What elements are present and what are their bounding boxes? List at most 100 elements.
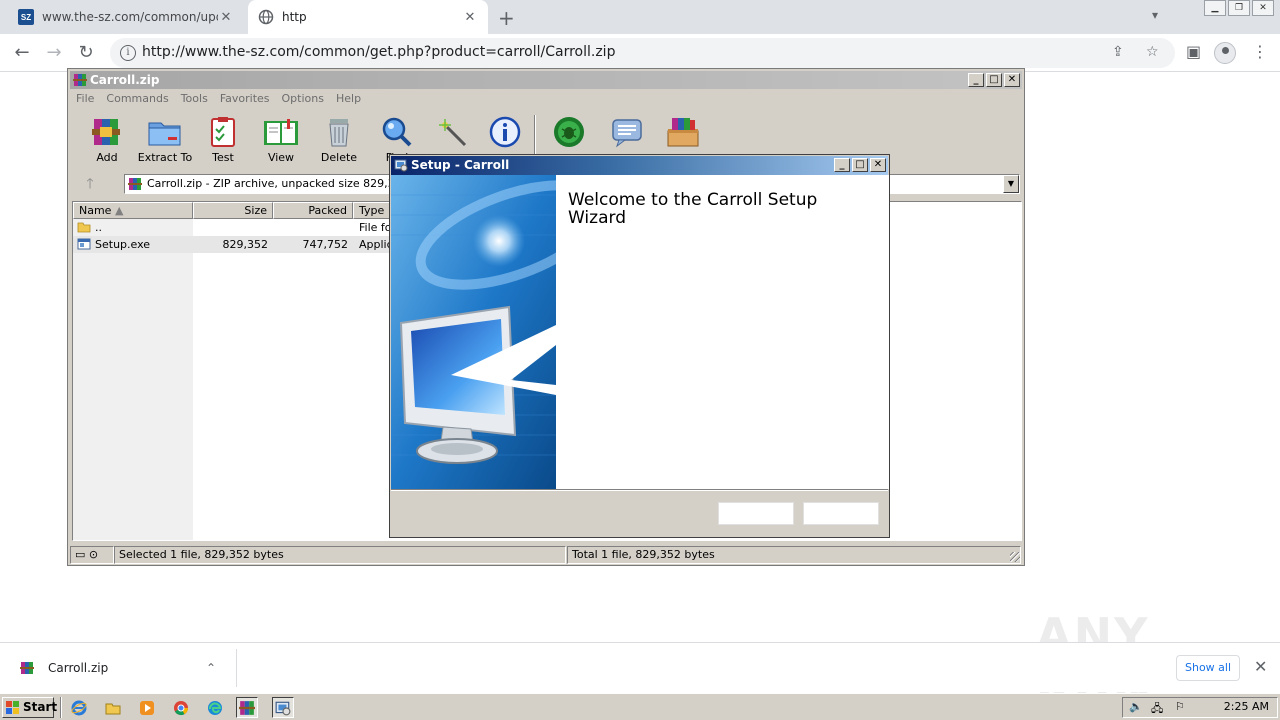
action-center-flag-icon[interactable]: ⚐ (1175, 700, 1185, 713)
extract-to-label: Extract To (137, 151, 193, 164)
close-button[interactable]: ✕ (1004, 73, 1020, 87)
system-tray: 🔈 🖧 ⚐ 2:25 AM (1122, 697, 1278, 718)
setup-icon (394, 159, 408, 172)
winrar-icon (73, 74, 87, 86)
winrar-title: Carroll.zip (90, 73, 160, 87)
download-item[interactable]: Carroll.zip ⌃ (18, 657, 238, 681)
extract-folder-icon (148, 122, 181, 146)
tab-close-icon[interactable]: ✕ (462, 10, 478, 25)
setup-taskbar-button[interactable] (272, 697, 294, 718)
test-button[interactable]: Test (194, 111, 252, 169)
column-size[interactable]: Size (193, 202, 273, 219)
sort-ascending-icon: ▲ (114, 204, 124, 217)
wizard-side-image (391, 175, 556, 489)
wizard-divider (391, 489, 888, 491)
delete-button[interactable]: Delete (310, 111, 368, 169)
setup-wizard-dialog: Setup - Carroll _ □ ✕ Welcome to the Car… (389, 154, 890, 538)
folder-icon (77, 222, 91, 233)
tab-title: http (282, 10, 307, 24)
volume-icon[interactable]: 🔈 (1129, 700, 1143, 713)
start-button[interactable]: Start (2, 697, 57, 718)
chrome-icon[interactable] (170, 697, 192, 718)
tab-search-chevron-icon[interactable]: ▾ (1152, 8, 1158, 22)
tab-http[interactable]: http ✕ (248, 0, 488, 34)
network-icon[interactable]: 🖧 (1151, 700, 1163, 719)
cancel-button[interactable] (803, 502, 879, 525)
minimize-button[interactable]: _ (834, 158, 850, 172)
tab-close-icon[interactable]: ✕ (218, 10, 234, 25)
minimize-button[interactable]: _ (968, 73, 984, 87)
back-button[interactable]: ← (10, 41, 34, 65)
side-panel-icon[interactable]: ▣ (1186, 42, 1201, 61)
drive-status-icon: ▭ ⊙ (70, 546, 114, 564)
wizard-content: Welcome to the Carroll Setup Wizard (556, 175, 889, 489)
winrar-icon (20, 662, 34, 674)
winrar-taskbar-button[interactable] (236, 697, 258, 718)
close-icon[interactable]: ✕ (1254, 657, 1267, 676)
winrar-menu-bar: File Commands Tools Favorites Options He… (70, 90, 367, 108)
restore-button[interactable]: ❐ (1228, 0, 1250, 16)
clock[interactable]: 2:25 AM (1224, 700, 1269, 713)
status-selected: Selected 1 file, 829,352 bytes (114, 546, 566, 564)
info-icon (489, 116, 521, 148)
media-player-icon[interactable] (136, 697, 158, 718)
table-row[interactable]: Setup.exe 829,352 747,752 Application (73, 236, 393, 253)
menu-favorites[interactable]: Favorites (214, 90, 276, 108)
setup-title-bar[interactable]: Setup - Carroll _ □ ✕ (391, 156, 888, 175)
wizard-heading: Welcome to the Carroll Setup Wizard (568, 190, 818, 228)
menu-icon[interactable]: ⋮ (1252, 42, 1268, 61)
extract-to-button[interactable]: Extract To (136, 111, 194, 169)
tab-update-page[interactable]: SZ www.the-sz.com/common/update.ph ✕ (8, 0, 244, 34)
site-info-icon[interactable]: i (120, 45, 136, 61)
forward-button[interactable]: → (42, 41, 66, 65)
maximize-button[interactable]: □ (986, 73, 1002, 87)
menu-options[interactable]: Options (276, 90, 330, 108)
globe-icon (258, 9, 274, 25)
share-icon[interactable]: ⇪ (1112, 44, 1124, 60)
resize-grip-icon[interactable] (1010, 552, 1020, 562)
menu-file[interactable]: File (70, 90, 100, 108)
add-button[interactable]: Add (78, 111, 136, 169)
file-name: .. (95, 221, 102, 234)
exe-icon (77, 238, 91, 250)
view-button[interactable]: View (252, 111, 310, 169)
column-packed[interactable]: Packed (273, 202, 353, 219)
browser-window-controls: ▁ ❐ ✕ (1202, 0, 1274, 16)
show-all-button[interactable]: Show all (1176, 655, 1240, 681)
maximize-button[interactable]: □ (852, 158, 868, 172)
wizard-wand-icon (439, 119, 467, 147)
explorer-icon[interactable] (102, 697, 124, 718)
menu-commands[interactable]: Commands (100, 90, 174, 108)
column-name[interactable]: Name ▲ (73, 202, 193, 219)
virus-scan-icon (554, 117, 584, 147)
winrar-title-bar[interactable]: Carroll.zip _ □ ✕ (70, 71, 1022, 89)
file-size: 829,352 (222, 238, 269, 251)
menu-help[interactable]: Help (330, 90, 367, 108)
minimize-button[interactable]: ▁ (1204, 0, 1226, 16)
column-type[interactable]: Type (353, 202, 393, 219)
new-tab-button[interactable]: + (498, 6, 515, 30)
dropdown-arrow-icon[interactable]: ▼ (1003, 175, 1019, 193)
ie-icon[interactable] (68, 697, 90, 718)
star-icon[interactable]: ☆ (1146, 44, 1159, 60)
browser-toolbar: ← → ↻ i http://www.the-sz.com/common/get… (0, 34, 1280, 72)
edge-icon[interactable] (204, 697, 226, 718)
up-folder-button[interactable]: 🡑 (78, 175, 102, 193)
url-text[interactable]: http://www.the-sz.com/common/get.php?pro… (142, 44, 615, 60)
comment-icon (612, 119, 642, 148)
reload-button[interactable]: ↻ (74, 41, 98, 65)
view-book-icon (264, 119, 298, 145)
next-button[interactable] (718, 502, 794, 525)
table-row[interactable]: .. File folder (73, 219, 393, 236)
menu-tools[interactable]: Tools (175, 90, 214, 108)
winrar-status-bar: ▭ ⊙ Selected 1 file, 829,352 bytes Total… (70, 546, 1022, 564)
close-button[interactable]: ✕ (870, 158, 886, 172)
address-bar[interactable]: i http://www.the-sz.com/common/get.php?p… (110, 38, 1175, 68)
profile-icon[interactable] (1214, 42, 1236, 64)
file-list-header: Name ▲ Size Packed Type (73, 202, 393, 219)
windows-flag-icon (6, 701, 19, 714)
trash-icon (329, 119, 349, 147)
chevron-up-icon[interactable]: ⌃ (206, 657, 216, 679)
close-window-button[interactable]: ✕ (1252, 0, 1274, 16)
the-sz-favicon-icon: SZ (18, 9, 34, 25)
